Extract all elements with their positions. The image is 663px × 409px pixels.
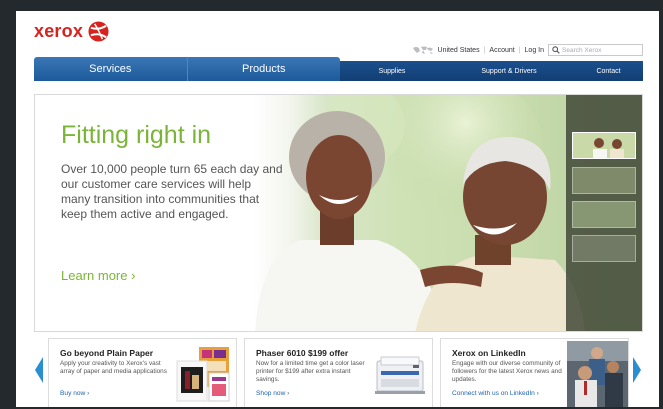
promo-description: Apply your creativity to Xerox's vast ar… [60, 360, 167, 376]
hero-title: Fitting right in [61, 121, 212, 149]
carousel-thumb-active[interactable] [572, 132, 636, 159]
login-link[interactable]: Log In [525, 47, 544, 54]
carousel-next-arrow-icon[interactable] [632, 355, 642, 385]
search-input[interactable] [562, 45, 642, 55]
carousel-thumb[interactable] [572, 201, 636, 228]
shop-now-link[interactable]: Shop now › [256, 390, 289, 397]
nav-contact[interactable]: Contact [574, 61, 643, 81]
carousel-thumb[interactable] [572, 235, 636, 262]
country-selector[interactable]: United States [438, 47, 480, 54]
business-people-image [567, 341, 628, 407]
utility-bar: United States | Account | Log In [412, 44, 643, 56]
promo-title: Phaser 6010 $199 offer [256, 348, 349, 358]
divider: | [483, 46, 486, 54]
phaser-printer-image [375, 356, 425, 394]
linkedin-link[interactable]: Connect with us on LinkedIn › [452, 390, 539, 397]
nav-products[interactable]: Products [188, 57, 341, 81]
main-nav: Services Products Supplies Support & Dri… [34, 57, 643, 81]
promo-plain-paper[interactable]: Go beyond Plain Paper Apply your creativ… [48, 338, 237, 407]
xerox-logo[interactable]: xerox [34, 21, 109, 42]
divider: | [518, 46, 521, 54]
nav-services[interactable]: Services [34, 57, 188, 81]
learn-more-link[interactable]: Learn more › [61, 268, 135, 283]
promo-description: Now for a limited time get a color laser… [256, 360, 365, 384]
promo-phaser-6010[interactable]: Phaser 6010 $199 offer Now for a limited… [244, 338, 433, 407]
world-map-icon [412, 46, 433, 54]
search-icon[interactable] [552, 46, 560, 54]
paper-products-image [176, 347, 230, 402]
secondary-nav: Supplies Support & Drivers Contact [340, 61, 643, 81]
xerox-page: xerox United States | Account | Log In S… [16, 11, 659, 407]
promo-title: Go beyond Plain Paper [60, 348, 154, 358]
promo-description: Engage with our diverse community of fol… [452, 360, 562, 384]
nav-supplies[interactable]: Supplies [340, 61, 444, 81]
promo-linkedin[interactable]: Xerox on LinkedIn Engage with our divers… [440, 338, 629, 407]
hero-description: Over 10,000 people turn 65 each day and … [61, 162, 283, 221]
account-link[interactable]: Account [489, 47, 514, 54]
carousel-thumbnails [566, 95, 642, 331]
thumb-image [593, 138, 624, 158]
nav-support-drivers[interactable]: Support & Drivers [444, 61, 574, 81]
hero-banner[interactable]: Fitting right in Over 10,000 people turn… [34, 94, 643, 332]
primary-nav: Services Products [34, 57, 340, 81]
carousel-prev-arrow-icon[interactable] [34, 355, 44, 385]
promo-title: Xerox on LinkedIn [452, 348, 526, 358]
xerox-ball-icon [88, 21, 109, 42]
buy-now-link[interactable]: Buy now › [60, 390, 89, 397]
logo-text: xerox [34, 21, 84, 41]
search-box [548, 44, 643, 56]
carousel-thumb[interactable] [572, 167, 636, 194]
